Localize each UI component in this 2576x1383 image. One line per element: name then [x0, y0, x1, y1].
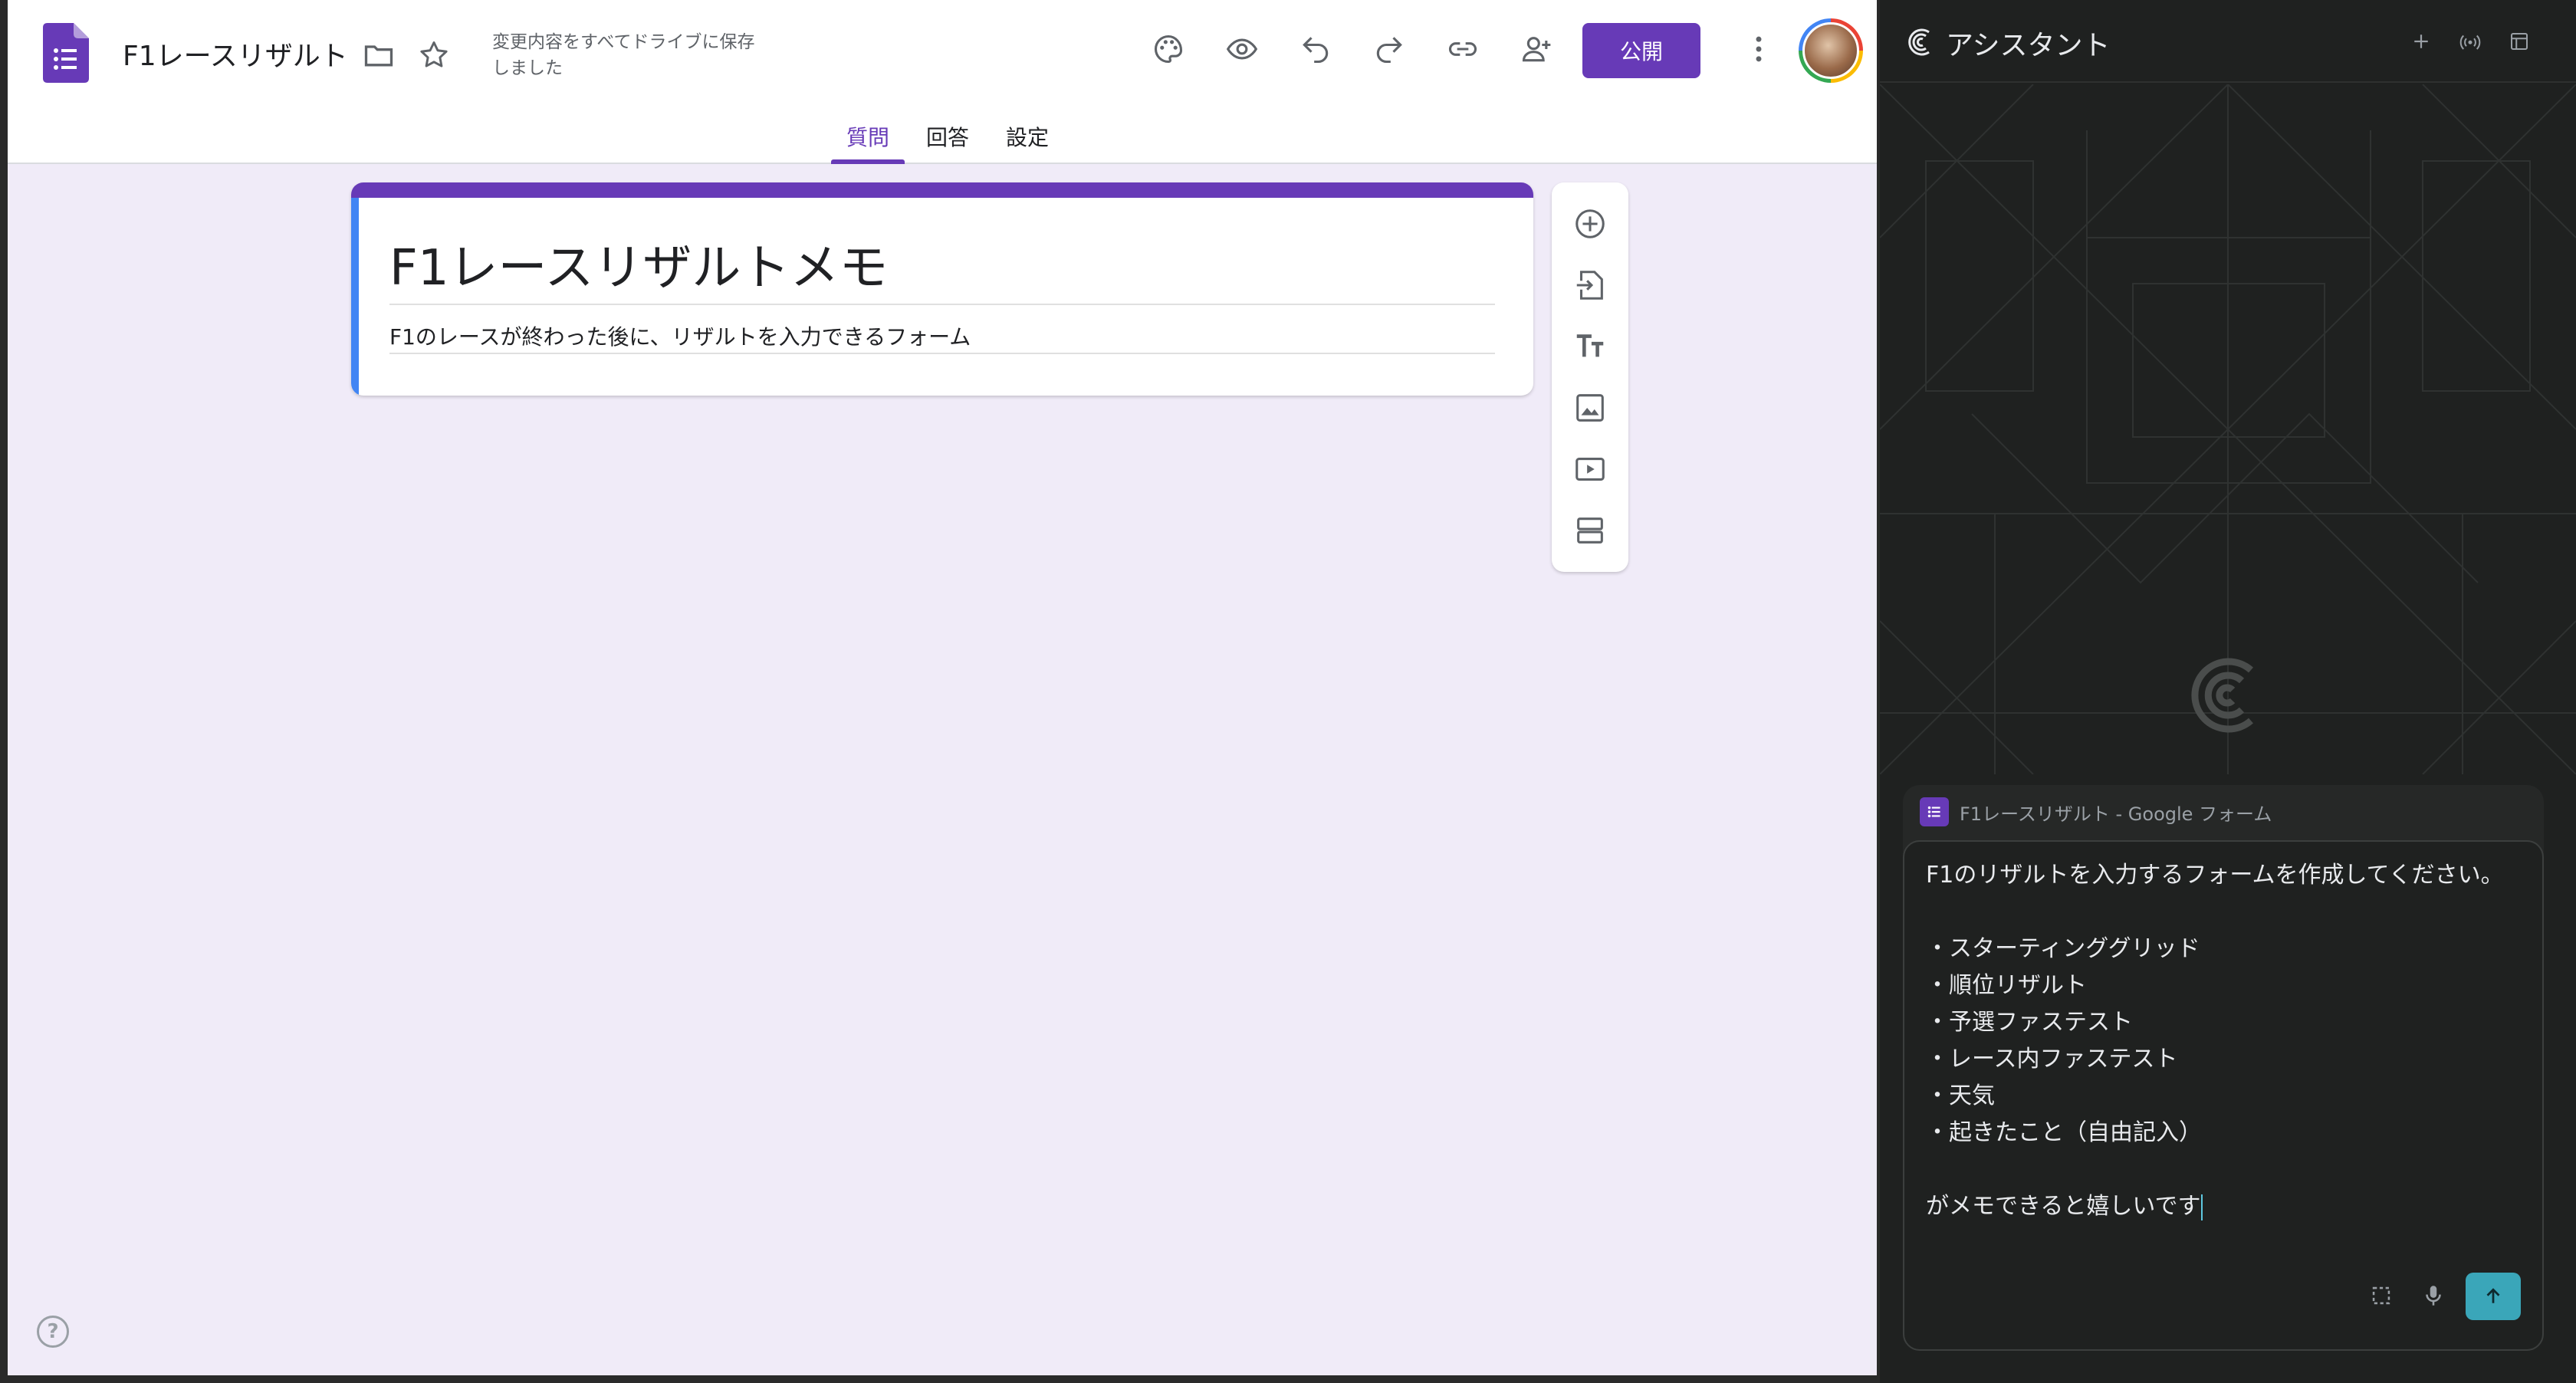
form-title-card[interactable]: F1レースリザルトメモ F1のレースが終わった後に、リザルトを入力できるフォーム — [351, 182, 1533, 396]
forms-window: F1レースリザルト 変更内容をすべてドライブに保存しました 公開 質問 回答 設… — [8, 0, 1877, 1375]
broadcast-icon[interactable] — [2456, 28, 2484, 55]
assistant-title: アシスタント — [1946, 30, 2111, 61]
text-caret — [2200, 1194, 2203, 1220]
send-button[interactable] — [2466, 1273, 2521, 1320]
new-chat-icon[interactable] — [2407, 28, 2435, 55]
card-accent-bar — [351, 182, 1533, 198]
tab-responses[interactable]: 回答 — [908, 117, 987, 164]
import-questions-icon[interactable] — [1569, 264, 1612, 307]
assistant-header: アシスタント — [1880, 0, 2576, 83]
add-collaborator-icon[interactable] — [1512, 25, 1561, 74]
form-tabs: 質問 回答 設定 — [828, 117, 1067, 164]
message-composer: F1レースリザルト - Google フォーム F1のリザルトを入力するフォーム… — [1903, 785, 2544, 1351]
account-avatar[interactable] — [1799, 18, 1863, 83]
divider — [389, 353, 1495, 354]
save-status: 変更内容をすべてドライブに保存しました — [492, 32, 755, 78]
arrow-up-icon — [2486, 1288, 2500, 1303]
panel-layout-icon[interactable] — [2505, 28, 2533, 55]
card-focus-bar — [351, 198, 359, 396]
add-title-icon[interactable] — [1569, 325, 1612, 368]
undo-icon[interactable] — [1291, 25, 1340, 74]
forms-logo-icon[interactable] — [43, 23, 89, 83]
assistant-panel: アシスタント F1レースリザルト - Google フォーム F1のリザルトを入… — [1880, 0, 2576, 1383]
add-image-icon[interactable] — [1569, 386, 1612, 429]
palette-icon[interactable] — [1144, 25, 1193, 74]
form-description[interactable]: F1のレースが終わった後に、リザルトを入力できるフォーム — [389, 320, 971, 351]
floating-toolbar — [1552, 182, 1628, 572]
microphone-icon[interactable] — [2415, 1277, 2452, 1314]
publish-button[interactable]: 公開 — [1582, 23, 1700, 78]
preview-eye-icon[interactable] — [1217, 25, 1267, 74]
redo-icon[interactable] — [1365, 25, 1414, 74]
add-video-icon[interactable] — [1569, 448, 1612, 491]
forms-file-icon — [1920, 797, 1949, 826]
more-options-icon[interactable] — [1734, 25, 1783, 74]
document-title[interactable]: F1レースリザルト — [123, 34, 348, 74]
context-label: F1レースリザルト - Google フォーム — [1960, 803, 2272, 825]
message-text[interactable]: F1のリザルトを入力するフォームを作成してください。 ・スターティンググリッド … — [1926, 857, 2509, 1225]
assistant-logo-icon — [1903, 26, 1934, 57]
context-chip[interactable]: F1レースリザルト - Google フォーム — [1903, 785, 2544, 839]
tab-questions[interactable]: 質問 — [828, 117, 908, 164]
tab-settings[interactable]: 設定 — [987, 117, 1067, 164]
message-input[interactable]: F1のリザルトを入力するフォームを作成してください。 ・スターティンググリッド … — [1903, 840, 2544, 1351]
help-icon[interactable]: ? — [37, 1316, 69, 1348]
add-question-icon[interactable] — [1569, 202, 1612, 245]
add-section-icon[interactable] — [1569, 509, 1612, 552]
message-content: F1のリザルトを入力するフォームを作成してください。 ・スターティンググリッド … — [1926, 862, 2504, 1220]
link-icon[interactable] — [1438, 25, 1487, 74]
assistant-watermark-icon — [2180, 653, 2265, 737]
screenshot-select-icon[interactable] — [2363, 1277, 2400, 1314]
forms-header: F1レースリザルト 変更内容をすべてドライブに保存しました 公開 質問 回答 設… — [8, 0, 1877, 164]
star-icon[interactable] — [409, 31, 458, 80]
folder-icon[interactable] — [354, 31, 403, 80]
form-title[interactable]: F1レースリザルトメモ — [389, 228, 888, 299]
divider — [389, 304, 1495, 305]
